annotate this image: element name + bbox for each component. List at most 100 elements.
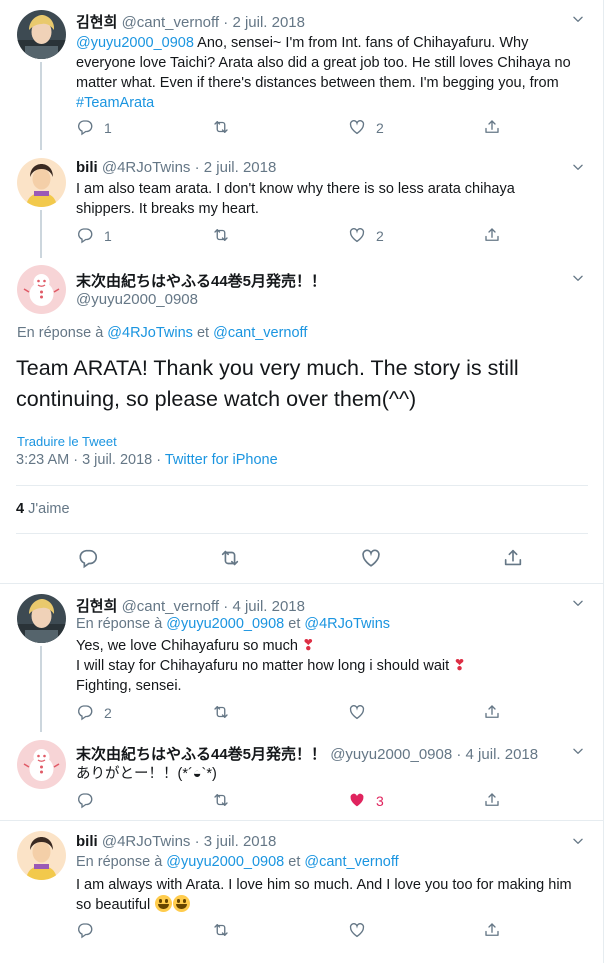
tweet-date[interactable]: 4 juil. 2018 (232, 598, 305, 615)
user-handle[interactable]: @yuyu2000_0908 (330, 746, 452, 763)
user-handle[interactable]: @cant_vernoff (122, 14, 220, 31)
focused-tweet: 末次由紀ちはやふる44巻5月発売！！ @yuyu2000_0908 En rép… (0, 258, 604, 583)
separator: · (194, 833, 200, 850)
share-icon (483, 118, 501, 139)
tweet-item[interactable]: 末次由紀ちはやふる44巻5月発売！！ @yuyu2000_0908 · 4 ju… (0, 732, 604, 820)
replying-and: et (284, 854, 305, 870)
avatar[interactable] (17, 594, 66, 643)
share-icon (483, 921, 501, 942)
reply-mention[interactable]: @yuyu2000_0908 (166, 616, 284, 632)
avatar[interactable] (17, 831, 66, 880)
reply-icon (77, 556, 99, 573)
tweet-date[interactable]: 2 juil. 2018 (204, 159, 277, 176)
likes-summary[interactable]: 4 J'aime (16, 501, 70, 517)
avatar[interactable] (17, 265, 66, 314)
tweet-source[interactable]: Twitter for iPhone (165, 452, 278, 468)
retweet-button[interactable] (212, 703, 230, 723)
tweet-date[interactable]: 4 juil. 2018 (466, 746, 539, 763)
reply-button[interactable]: 2 (76, 703, 112, 723)
heart-emoji-icon: ❣ (301, 637, 315, 654)
reply-mention[interactable]: @cant_vernoff (213, 325, 307, 341)
display-name[interactable]: 末次由紀ちはやふる44巻5月発売！！ (76, 746, 326, 763)
retweet-icon (212, 226, 230, 247)
chevron-down-icon[interactable] (571, 596, 585, 610)
chevron-down-icon[interactable] (571, 12, 585, 26)
reply-icon (76, 791, 94, 812)
tweet-date[interactable]: 2 juil. 2018 (232, 14, 305, 31)
share-button[interactable] (483, 921, 501, 941)
avatar[interactable] (17, 10, 66, 59)
retweet-button[interactable] (219, 547, 241, 569)
tweet-date[interactable]: 3 juil. 2018 (204, 833, 277, 850)
chevron-down-icon[interactable] (571, 834, 585, 848)
share-button[interactable] (483, 703, 501, 723)
like-button[interactable]: 3 (348, 791, 384, 811)
user-handle[interactable]: @cant_vernoff (122, 598, 220, 615)
replying-and: et (284, 616, 305, 632)
reply-icon (76, 921, 94, 942)
grinning-emoji-icon (173, 895, 191, 912)
tweet-item[interactable]: 김현희 @cant_vernoff · 2 juil. 2018 @yuyu20… (0, 0, 604, 150)
reply-mention[interactable]: @4RJoTwins (304, 616, 390, 632)
chevron-down-icon[interactable] (571, 160, 585, 174)
tweet-line: Fighting, sensei. (76, 678, 182, 694)
avatar[interactable] (17, 158, 66, 207)
display-name[interactable]: 김현희 (76, 598, 117, 615)
reply-icon (76, 118, 94, 139)
avatar[interactable] (17, 740, 66, 789)
like-button[interactable] (348, 921, 366, 941)
display-name[interactable]: 末次由紀ちはやふる44巻5月発売！！ (76, 273, 326, 290)
translate-link[interactable]: Traduire le Tweet (17, 434, 117, 449)
retweet-button[interactable] (212, 118, 230, 138)
tweet-header: 末次由紀ちはやふる44巻5月発売！！ (76, 270, 326, 291)
tweet-line: I will stay for Chihayafuru no matter ho… (76, 658, 454, 674)
display-name[interactable]: 김현희 (76, 14, 117, 31)
tweet-text: ありがとー！！(*´◒`*) (76, 766, 217, 782)
reply-button[interactable] (77, 547, 99, 569)
display-name[interactable]: bili (76, 159, 98, 176)
reply-button[interactable] (76, 921, 94, 941)
reply-button[interactable] (76, 791, 94, 811)
display-name[interactable]: bili (76, 833, 98, 850)
retweet-button[interactable] (212, 226, 230, 246)
heart-icon (348, 226, 366, 247)
replying-label: En réponse à (76, 854, 167, 870)
divider (16, 533, 588, 534)
share-button[interactable] (483, 791, 501, 811)
tweet-actions: 1 2 (76, 118, 506, 138)
reply-mention[interactable]: @cant_vernoff (304, 854, 398, 870)
chevron-down-icon[interactable] (571, 744, 585, 758)
reply-icon (76, 703, 94, 724)
tweet-header: 김현희 @cant_vernoff · 2 juil. 2018 (76, 11, 305, 32)
reply-button[interactable]: 1 (76, 226, 112, 246)
hashtag-link[interactable]: #TeamArata (76, 95, 154, 111)
like-button[interactable]: 2 (348, 226, 384, 246)
mention-link[interactable]: @yuyu2000_0908 (76, 35, 194, 51)
like-button[interactable]: 2 (348, 118, 384, 138)
retweet-button[interactable] (212, 921, 230, 941)
tweet-item[interactable]: bili @4RJoTwins · 2 juil. 2018 I am also… (0, 150, 604, 258)
tweet-item[interactable]: 김현희 @cant_vernoff · 4 juil. 2018 En répo… (0, 584, 604, 732)
reply-mention[interactable]: @yuyu2000_0908 (166, 854, 284, 870)
like-button[interactable] (360, 547, 382, 569)
user-handle[interactable]: @4RJoTwins (102, 159, 191, 176)
retweet-button[interactable] (212, 791, 230, 811)
retweet-icon (212, 703, 230, 724)
reply-button[interactable]: 1 (76, 118, 112, 138)
separator: · (223, 598, 229, 615)
like-button[interactable] (348, 703, 366, 723)
share-button[interactable] (483, 226, 501, 246)
tweet-item[interactable]: bili @4RJoTwins · 3 juil. 2018 En répons… (0, 821, 604, 963)
share-button[interactable] (502, 547, 524, 569)
reply-mention[interactable]: @4RJoTwins (107, 325, 193, 341)
tweet-text: I am always with Arata. I love him so mu… (76, 875, 576, 915)
tweet-actions: 1 2 (76, 226, 506, 246)
user-handle[interactable]: @4RJoTwins (102, 833, 191, 850)
chevron-down-icon[interactable] (571, 271, 585, 285)
separator: · (223, 14, 229, 31)
tweet-timestamp[interactable]: 3:23 AM · 3 juil. 2018 · (16, 452, 165, 468)
replying-to: En réponse à @yuyu2000_0908 et @cant_ver… (76, 854, 399, 870)
user-handle[interactable]: @yuyu2000_0908 (76, 291, 198, 308)
tweet-actions (76, 921, 506, 941)
share-button[interactable] (483, 118, 501, 138)
